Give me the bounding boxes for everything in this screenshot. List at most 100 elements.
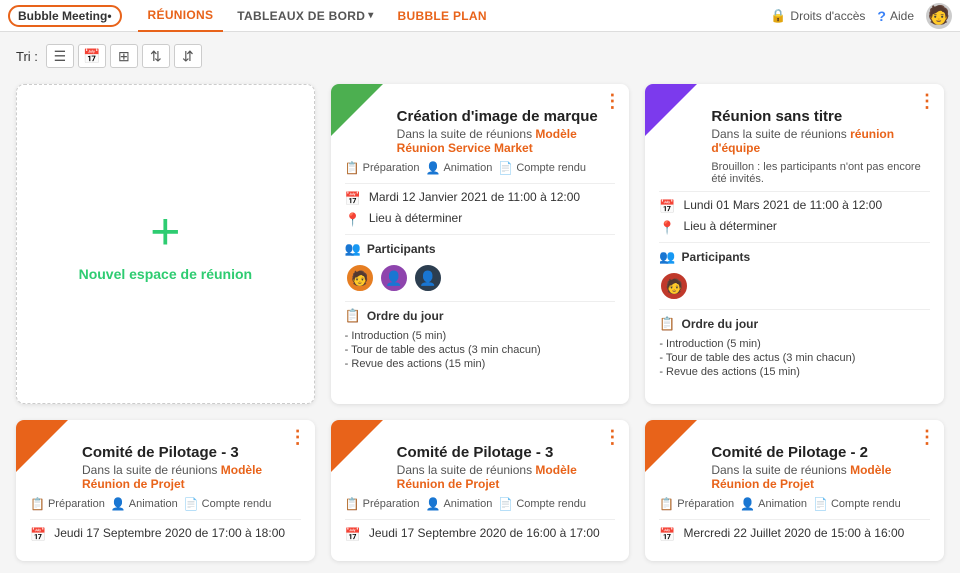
prep-icon: 📋	[659, 497, 674, 511]
brand-text: Bubble Meeting	[18, 9, 107, 23]
cr-icon: 📄	[813, 497, 828, 511]
plus-icon: +	[150, 206, 180, 258]
card-title: Comité de Pilotage - 3	[397, 444, 616, 461]
card-location: Lieu à déterminer	[369, 211, 462, 225]
nav-reunions[interactable]: RÉUNIONS	[138, 0, 224, 32]
status-anim: 👤 Animation	[740, 497, 807, 511]
corner-accent	[331, 84, 383, 136]
card-date-row: 📅 Mercredi 22 Juillet 2020 de 15:00 à 16…	[659, 526, 930, 543]
sort-list-icon[interactable]: ☰	[46, 44, 74, 68]
droits-label: Droits d'accès	[790, 9, 865, 23]
status-prep: 📋 Préparation	[345, 497, 420, 511]
participant-avatar-1: 🧑	[659, 271, 689, 301]
agenda-icon: 📋	[345, 308, 361, 324]
lock-icon: 🔒	[770, 8, 786, 24]
prep-icon: 📋	[30, 497, 45, 511]
aide-label: Aide	[890, 9, 914, 23]
prep-icon: 📋	[345, 497, 360, 511]
agenda-icon: 📋	[659, 316, 675, 332]
card-subtitle: Dans la suite de réunions Modèle Réunion…	[711, 463, 930, 491]
card-grid-top: + Nouvel espace de réunion ⋮ Création d'…	[16, 84, 944, 404]
sort-za-icon[interactable]: ⇵	[174, 44, 202, 68]
corner-accent	[645, 420, 697, 472]
calendar-icon: 📅	[345, 527, 361, 543]
status-cr: 📄 Compte rendu	[813, 497, 901, 511]
status-anim: 👤 Animation	[111, 497, 178, 511]
more-options-button[interactable]: ⋮	[918, 92, 936, 110]
sort-bar: Tri : ☰ 📅 ⊞ ⇅ ⇵	[16, 44, 944, 68]
anim-icon: 👤	[740, 497, 755, 511]
status-compte-rendu: 📄 Compte rendu	[498, 161, 586, 175]
card-date: Lundi 01 Mars 2021 de 11:00 à 12:00	[684, 198, 883, 212]
agenda-item-3: - Revue des actions (15 min)	[345, 358, 616, 370]
calendar-icon: 📅	[659, 527, 675, 543]
droits-access[interactable]: 🔒 Droits d'accès	[770, 8, 865, 24]
agenda-item-2: - Tour de table des actus (3 min chacun)	[345, 344, 616, 356]
card-date-row: 📅 Lundi 01 Mars 2021 de 11:00 à 12:00	[659, 198, 930, 215]
more-options-button[interactable]: ⋮	[918, 428, 936, 446]
meeting-card-2: ⋮ Réunion sans titre Dans la suite de ré…	[645, 84, 944, 404]
nav-bubbleplan[interactable]: BUBBLE PLAN	[388, 0, 497, 32]
sort-grid-icon[interactable]: ⊞	[110, 44, 138, 68]
card-date: Jeudi 17 Septembre 2020 de 17:00 à 18:00	[54, 526, 285, 540]
sort-label: Tri :	[16, 49, 38, 64]
status-prep: 📋 Préparation	[659, 497, 734, 511]
agenda-section-title: 📋 Ordre du jour	[345, 308, 616, 324]
card-date: Jeudi 17 Septembre 2020 de 16:00 à 17:00	[369, 526, 600, 540]
chevron-down-icon: ▾	[368, 10, 373, 21]
new-meeting-label: Nouvel espace de réunion	[79, 266, 253, 282]
status-row: 📋 Préparation 👤 Animation 📄 Compte rendu	[659, 497, 930, 511]
participants-avatars: 🧑 👤 👤	[345, 263, 616, 293]
nav-links: RÉUNIONS TABLEAUX DE BORD ▾ BUBBLE PLAN	[138, 0, 497, 32]
card-location-row: 📍 Lieu à déterminer	[659, 219, 930, 236]
cr-icon: 📄	[498, 497, 513, 511]
card-date-row: 📅 Mardi 12 Janvier 2021 de 11:00 à 12:00	[345, 190, 616, 207]
status-row: 📋 Préparation 👤 Animation 📄 Compte rendu	[345, 497, 616, 511]
status-animation: 👤 Animation	[425, 161, 492, 175]
corner-accent	[16, 420, 68, 472]
corner-accent	[331, 420, 383, 472]
card-date: Mardi 12 Janvier 2021 de 11:00 à 12:00	[369, 190, 580, 204]
agenda-item-1: - Introduction (5 min)	[659, 338, 930, 350]
more-options-button[interactable]: ⋮	[603, 92, 621, 110]
card-date-row: 📅 Jeudi 17 Septembre 2020 de 16:00 à 17:…	[345, 526, 616, 543]
card-title: Comité de Pilotage - 2	[711, 444, 930, 461]
participants-icon: 👥	[345, 241, 361, 257]
bottom-card-1: ⋮ Comité de Pilotage - 3 Dans la suite d…	[16, 420, 315, 561]
sort-calendar-icon[interactable]: 📅	[78, 44, 106, 68]
more-options-button[interactable]: ⋮	[289, 428, 307, 446]
participant-avatar-3: 👤	[413, 263, 443, 293]
user-avatar[interactable]: 🧑	[926, 3, 952, 29]
calendar-icon: 📅	[345, 191, 361, 207]
agenda-item-2: - Tour de table des actus (3 min chacun)	[659, 352, 930, 364]
agenda-item-1: - Introduction (5 min)	[345, 330, 616, 342]
brand-logo[interactable]: Bubble Meeting•	[8, 5, 122, 27]
sort-az-icon[interactable]: ⇅	[142, 44, 170, 68]
location-icon: 📍	[659, 220, 675, 236]
agenda-section-title: 📋 Ordre du jour	[659, 316, 930, 332]
meeting-card-1: ⋮ Création d'image de marque Dans la sui…	[331, 84, 630, 404]
participant-avatar-2: 👤	[379, 263, 409, 293]
more-options-button[interactable]: ⋮	[603, 428, 621, 446]
aide-btn[interactable]: ? Aide	[877, 8, 914, 24]
calendar-icon: 📅	[30, 527, 46, 543]
card-location: Lieu à déterminer	[684, 219, 777, 233]
status-preparation: 📋 Préparation	[345, 161, 420, 175]
agenda-item-3: - Revue des actions (15 min)	[659, 366, 930, 378]
card-location-row: 📍 Lieu à déterminer	[345, 211, 616, 228]
sort-icons: ☰ 📅 ⊞ ⇅ ⇵	[46, 44, 202, 68]
corner-accent	[645, 84, 697, 136]
navbar: Bubble Meeting• RÉUNIONS TABLEAUX DE BOR…	[0, 0, 960, 32]
new-meeting-card[interactable]: + Nouvel espace de réunion	[16, 84, 315, 404]
card-title: Réunion sans titre	[711, 108, 930, 125]
cr-icon: 📄	[498, 161, 513, 175]
nav-tableaux[interactable]: TABLEAUX DE BORD ▾	[227, 0, 383, 32]
card-subtitle: Dans la suite de réunions Modèle Réunion…	[397, 127, 616, 155]
navbar-right: 🔒 Droits d'accès ? Aide 🧑	[770, 3, 952, 29]
card-title: Création d'image de marque	[397, 108, 616, 125]
card-date: Mercredi 22 Juillet 2020 de 15:00 à 16:0…	[684, 526, 905, 540]
participants-section-title: 👥 Participants	[659, 249, 930, 265]
card-grid-bottom: ⋮ Comité de Pilotage - 3 Dans la suite d…	[16, 420, 944, 561]
participant-avatar-1: 🧑	[345, 263, 375, 293]
prep-icon: 📋	[345, 161, 360, 175]
